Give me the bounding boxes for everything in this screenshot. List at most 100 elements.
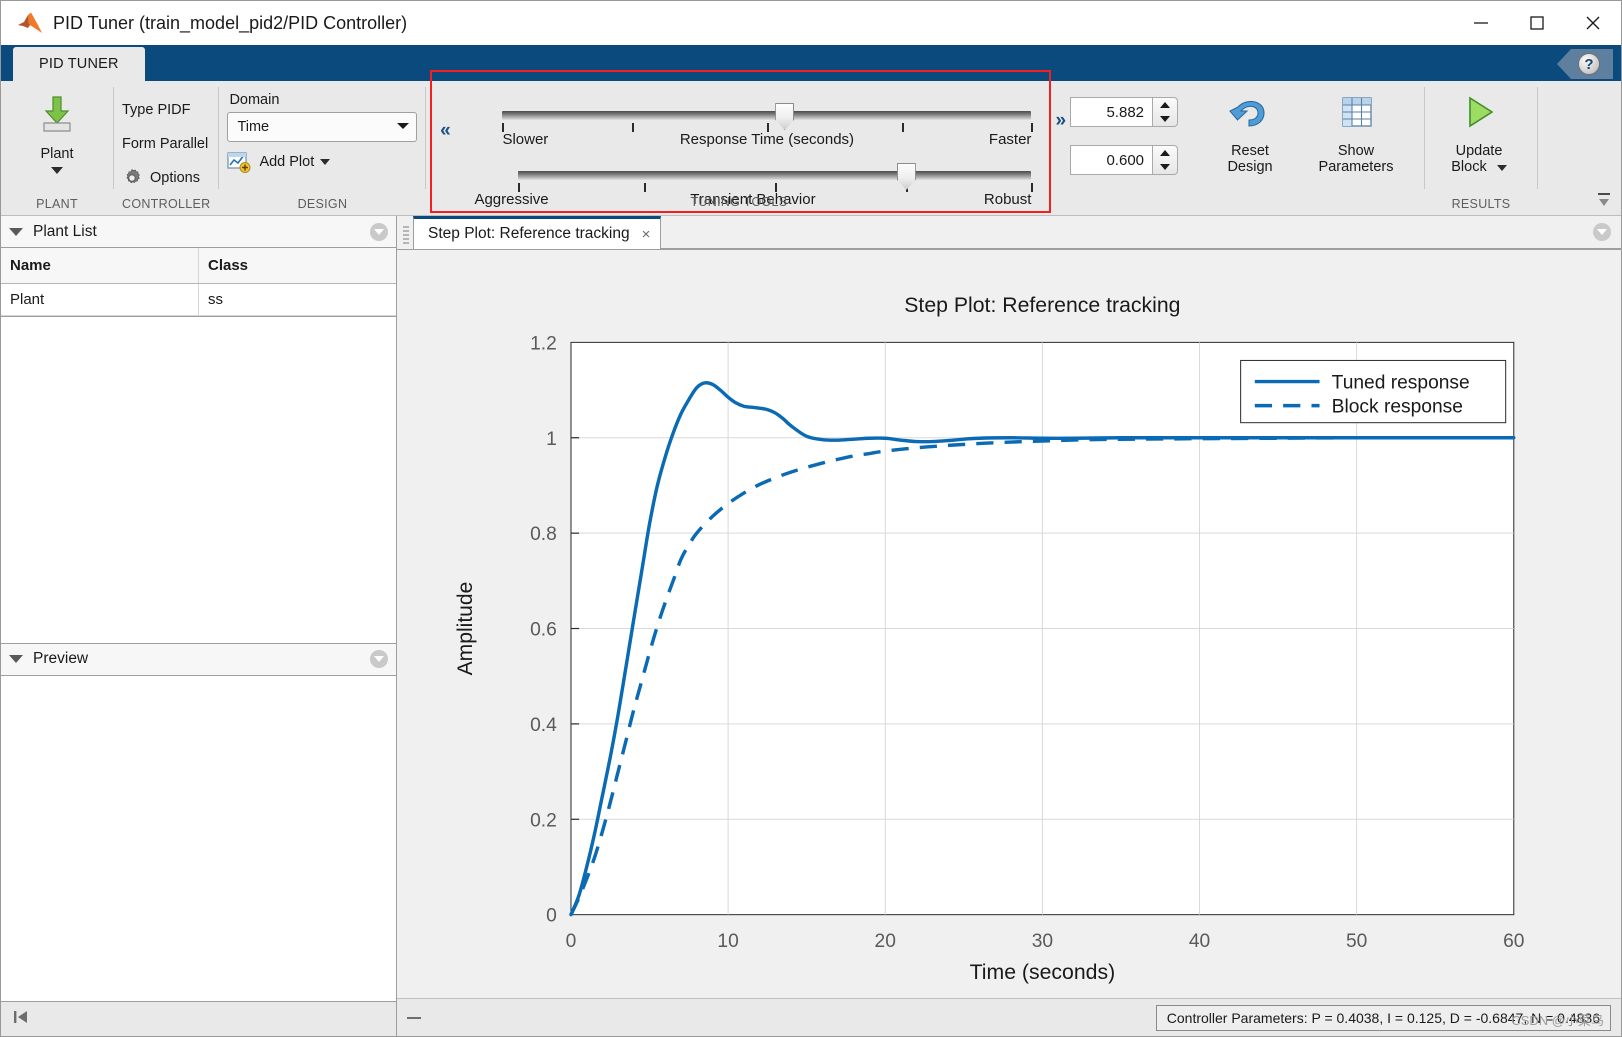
main-body: Plant List Name Class Plant ss Preview S… <box>1 216 1621 1036</box>
transient-behavior-stepper-arrows[interactable] <box>1152 145 1179 175</box>
group-label-controller: CONTROLLER <box>122 197 211 211</box>
table-row[interactable]: Plant ss <box>1 284 396 316</box>
chevron-down-icon <box>396 119 410 135</box>
table-grid-icon <box>1334 93 1378 137</box>
document-tab-close-icon[interactable]: × <box>642 226 651 243</box>
show-parameters-button[interactable]: Show Parameters <box>1296 85 1416 197</box>
tuning-expand-left-icon[interactable]: « <box>434 85 456 207</box>
response-time-decrement-button[interactable] <box>1153 112 1177 126</box>
svg-text:Amplitude: Amplitude <box>454 582 477 676</box>
undo-arrow-icon <box>1228 93 1272 137</box>
response-time-slider-labels: Slower Response Time (seconds) Faster <box>502 131 1031 148</box>
group-label-results: RESULTS <box>1451 197 1511 211</box>
pid-tuner-window: PID Tuner (train_model_pid2/PID Controll… <box>0 0 1622 1037</box>
tuning-expand-right-icon[interactable]: » <box>1051 85 1070 197</box>
svg-text:40: 40 <box>1189 931 1210 952</box>
watermark-text: CSDN @小菜鸟 <box>1511 1012 1604 1028</box>
transient-behavior-stepper[interactable] <box>1070 145 1188 175</box>
document-tab-bar: Step Plot: Reference tracking × <box>397 216 1621 250</box>
domain-select[interactable]: Time <box>227 112 418 142</box>
plant-list-empty-area <box>1 317 396 644</box>
close-button[interactable] <box>1565 1 1621 45</box>
step-plot-svg: 0 0.2 0.4 0.6 0.8 1 1.2 0 10 20 30 40 50 60 Step Plo… <box>397 250 1621 998</box>
triangle-up-icon <box>1160 102 1171 108</box>
window-title: PID Tuner (train_model_pid2/PID Controll… <box>53 12 408 33</box>
svg-text:Step Plot: Reference tracking: Step Plot: Reference tracking <box>904 294 1180 317</box>
cell-class: ss <box>208 291 223 308</box>
tab-pid-tuner[interactable]: PID TUNER <box>13 47 145 81</box>
ribbon-group-tuning-tools: « Slower Response Time (seconds) Faster <box>426 70 1052 215</box>
response-time-input[interactable] <box>1070 97 1153 127</box>
controller-form-row[interactable]: Form Parallel <box>122 127 208 161</box>
horizontal-split-icon[interactable] <box>407 1016 421 1019</box>
column-header-name[interactable]: Name <box>1 248 199 283</box>
response-time-slider-track[interactable] <box>502 111 1032 120</box>
svg-text:30: 30 <box>1032 931 1053 952</box>
svg-text:Tuned response: Tuned response <box>1332 373 1470 394</box>
reset-design-line2: Design <box>1227 159 1273 176</box>
add-plot-icon <box>227 151 251 173</box>
maximize-button[interactable] <box>1509 1 1565 45</box>
ribbon-group-design: Domain Time Add Plot DESIGN <box>219 81 425 215</box>
tab-pid-tuner-label: PID TUNER <box>39 56 119 72</box>
plant-list-expand-triangle-icon[interactable] <box>9 227 23 236</box>
triangle-down-icon <box>1160 164 1171 170</box>
preview-expand-triangle-icon[interactable] <box>9 655 23 663</box>
minimize-button[interactable] <box>1453 1 1509 45</box>
svg-text:20: 20 <box>875 931 896 952</box>
ribbon-group-design-actions: Reset Design Show Parameters <box>1196 81 1424 215</box>
help-button[interactable]: ? <box>1557 49 1613 79</box>
preview-title: Preview <box>33 650 89 667</box>
update-block-chevron-down-icon[interactable] <box>1496 164 1507 171</box>
domain-caption: Domain <box>229 92 280 108</box>
controller-type-label: Type PIDF <box>122 102 191 118</box>
svg-text:50: 50 <box>1346 931 1367 952</box>
document-drag-grip[interactable] <box>403 226 409 244</box>
controller-parameters-status: Controller Parameters: P = 0.4038, I = 0… <box>1155 1004 1611 1031</box>
preview-body <box>1 675 396 1002</box>
controller-type-row[interactable]: Type PIDF <box>122 93 208 127</box>
svg-text:0.6: 0.6 <box>530 620 557 641</box>
response-time-stepper-arrows[interactable] <box>1152 97 1179 127</box>
transient-behavior-slider-track[interactable] <box>518 171 1032 180</box>
plant-button-label: Plant <box>40 146 74 162</box>
svg-text:0: 0 <box>566 931 577 952</box>
cell-name: Plant <box>1 284 199 315</box>
transient-behavior-decrement-button[interactable] <box>1153 160 1177 174</box>
add-plot-chevron-down-icon[interactable] <box>320 159 331 165</box>
reset-design-button[interactable]: Reset Design <box>1204 85 1296 197</box>
response-time-increment-button[interactable] <box>1153 98 1177 112</box>
ribbon-collapse-button[interactable] <box>1593 189 1615 211</box>
plant-button[interactable]: Plant <box>9 85 105 197</box>
group-label-design-actions <box>1204 197 1416 215</box>
preview-header[interactable]: Preview <box>1 643 396 676</box>
preview-collapse-chevron-down-circle-icon[interactable] <box>370 650 388 668</box>
column-header-class[interactable]: Class <box>199 248 396 283</box>
update-block-button[interactable]: Update Block <box>1433 85 1525 197</box>
plant-list-header[interactable]: Plant List <box>1 216 396 248</box>
add-plot-button[interactable]: Add Plot <box>227 151 417 173</box>
left-panel-footer <box>1 1002 396 1036</box>
svg-text:0.2: 0.2 <box>530 810 557 831</box>
step-plot-canvas[interactable]: 0 0.2 0.4 0.6 0.8 1 1.2 0 10 20 30 40 50 60 Step Plo… <box>397 250 1621 998</box>
response-time-stepper[interactable] <box>1070 97 1188 127</box>
document-panel-collapse-chevron-down-circle-icon[interactable] <box>1593 223 1611 241</box>
svg-text:0.8: 0.8 <box>530 524 557 545</box>
triangle-down-icon <box>1160 116 1171 122</box>
matlab-logo-icon <box>17 12 43 34</box>
document-tab-bar-filler <box>661 216 1621 249</box>
go-to-start-icon[interactable] <box>11 1008 31 1031</box>
svg-text:10: 10 <box>717 931 738 952</box>
group-label-plant: PLANT <box>36 197 78 211</box>
plant-dropdown-chevron-down-icon[interactable] <box>51 167 63 174</box>
controller-options-button[interactable]: Options <box>122 161 208 195</box>
plant-list-collapse-chevron-down-circle-icon[interactable] <box>370 222 388 241</box>
transient-behavior-input[interactable] <box>1070 145 1153 175</box>
plant-list-table: Name Class Plant ss <box>1 248 396 317</box>
status-bar: Controller Parameters: P = 0.4038, I = 0… <box>397 998 1621 1036</box>
response-time-slider[interactable]: Slower Response Time (seconds) Faster <box>456 95 1043 148</box>
ribbon: Plant PLANT Type PIDF Form Parallel Opti… <box>1 70 1621 216</box>
document-tab-step-plot[interactable]: Step Plot: Reference tracking × <box>413 216 662 249</box>
svg-text:Time (seconds): Time (seconds) <box>970 961 1116 984</box>
transient-behavior-increment-button[interactable] <box>1153 146 1177 160</box>
